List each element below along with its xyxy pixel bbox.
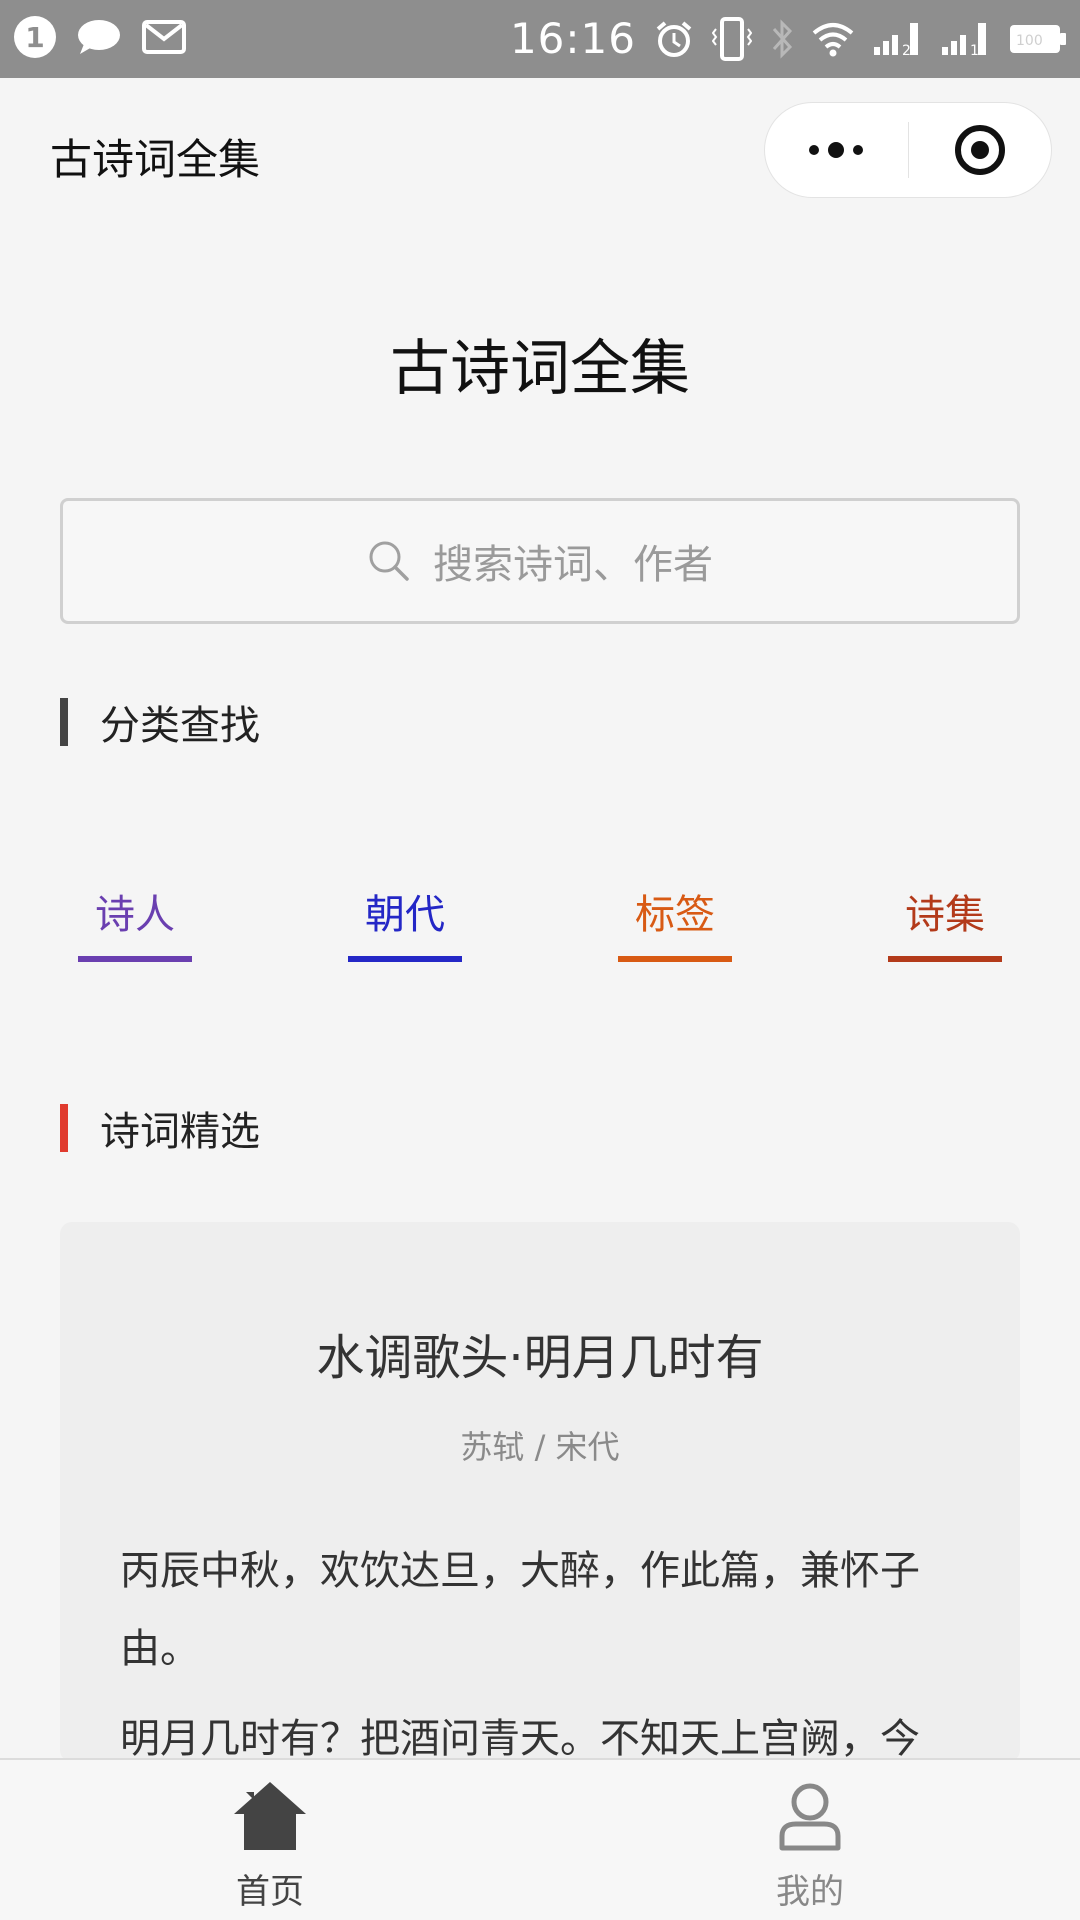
more-dots-icon [809,142,864,158]
page-title: 古诗词全集 [390,334,690,404]
user-icon [779,1783,841,1851]
svg-text:100: 100 [1016,33,1043,49]
category-list: 诗人 朝代 标签 诗集 [0,888,1080,968]
category-poet[interactable]: 诗人 [78,888,192,962]
clock-time: 16:16 [509,14,636,63]
status-bar: 1 16:16 2 1 100 [0,0,1080,78]
category-collection-underline [888,956,1002,962]
search-icon [369,541,409,581]
category-poet-label: 诗人 [95,892,175,938]
miniprogram-capsule [764,102,1052,198]
category-section-header: 分类查找 [60,698,260,749]
poem-card[interactable]: 水调歌头·明月几时有 苏轼 / 宋代 丙辰中秋，欢饮达旦，大醉，作此篇，兼怀子由… [60,1222,1020,1762]
signal-sim1-icon: 1 [942,22,986,57]
vibrate-icon [712,16,752,61]
notification-count-badge: 1 [14,16,56,58]
category-tag[interactable]: 标签 [618,888,732,962]
svg-text:1: 1 [970,43,979,57]
featured-section-title: 诗词精选 [100,1109,260,1155]
category-dynasty[interactable]: 朝代 [348,888,462,962]
category-tag-label: 标签 [635,892,715,938]
featured-section-accent-bar [60,1104,68,1152]
category-poet-underline [78,956,192,962]
svg-text:2: 2 [902,43,911,57]
home-icon [234,1782,306,1850]
signal-sim2-icon: 2 [874,22,918,57]
category-dynasty-label: 朝代 [365,892,445,938]
category-dynasty-underline [348,956,462,962]
tab-home[interactable]: 首页 [170,1778,370,1913]
category-section-title: 分类查找 [100,703,260,749]
category-tag-underline [618,956,732,962]
search-input[interactable]: 搜索诗词、作者 [60,498,1020,624]
category-section-accent-bar [60,698,68,746]
mail-icon [142,20,186,54]
tab-mine-label: 我的 [776,1872,844,1912]
search-placeholder: 搜索诗词、作者 [433,542,713,588]
nav-title: 古诗词全集 [50,135,261,184]
more-options-button[interactable] [765,103,908,197]
bluetooth-icon [772,18,793,59]
category-collection[interactable]: 诗集 [888,888,1002,962]
tab-home-label: 首页 [236,1872,304,1912]
target-circle-icon [954,125,1005,175]
poem-author-dynasty: 苏轼 / 宋代 [460,1428,620,1466]
poem-body: 丙辰中秋，欢饮达旦，大醉，作此篇，兼怀子由。 明月几时有？把酒问青天。不知天上宫… [120,1532,960,1762]
category-collection-label: 诗集 [905,892,985,938]
poem-line: 明月几时有？把酒问青天。不知天上宫阙，今 [120,1716,920,1762]
tab-mine[interactable]: 我的 [710,1778,910,1913]
poem-title: 水调歌头·明月几时有 [316,1330,764,1386]
featured-section-header: 诗词精选 [60,1104,260,1155]
battery-icon: 100 [1010,24,1066,53]
wifi-icon [812,22,854,56]
close-miniprogram-button[interactable] [909,103,1052,197]
tab-bar: 首页 我的 [0,1758,1080,1920]
poem-preface: 丙辰中秋，欢饮达旦，大醉，作此篇，兼怀子由。 [120,1548,920,1672]
navigation-bar: 古诗词全集 [0,78,1080,224]
chat-bubble-icon [78,20,120,54]
alarm-icon [656,20,692,57]
